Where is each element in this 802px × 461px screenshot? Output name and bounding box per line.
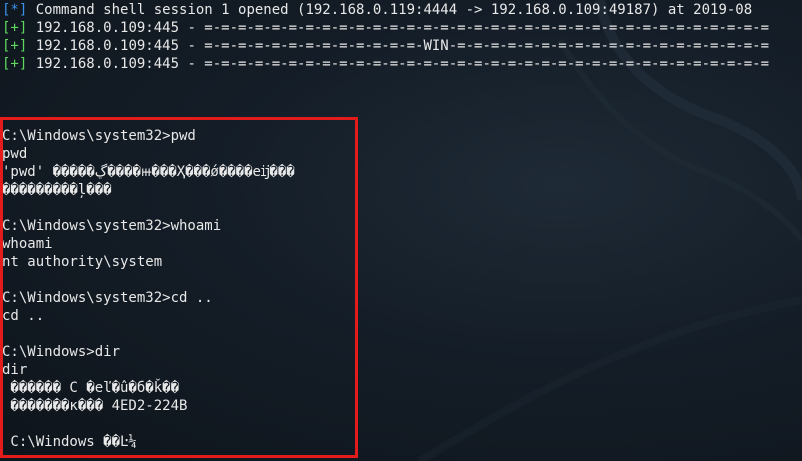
header-line-banner-win: [+] 192.168.0.109:445 - =-=-=-=-=-=-=-=-… [2, 37, 769, 55]
success-tag: [+] [2, 56, 28, 72]
header-line-text: 192.168.0.109:445 - =-=-=-=-=-=-=-=-=-=-… [27, 56, 770, 72]
header-line-text: 192.168.0.109:445 - =-=-=-=-=-=-=-=-=-=-… [27, 38, 770, 54]
success-tag: [+] [2, 38, 28, 54]
highlight-annotation-box [0, 117, 358, 458]
success-tag: [+] [2, 20, 28, 36]
header-line-text: Command shell session 1 opened (192.168.… [27, 2, 753, 18]
info-tag: [*] [2, 2, 28, 18]
header-line-session-opened: [*] Command shell session 1 opened (192.… [2, 1, 752, 19]
header-line-banner-bottom: [+] 192.168.0.109:445 - =-=-=-=-=-=-=-=-… [2, 55, 769, 73]
header-line-banner-top: [+] 192.168.0.109:445 - =-=-=-=-=-=-=-=-… [2, 19, 769, 37]
header-line-text: 192.168.0.109:445 - =-=-=-=-=-=-=-=-=-=-… [27, 20, 770, 36]
terminal-window[interactable]: [*] Command shell session 1 opened (192.… [0, 0, 802, 461]
